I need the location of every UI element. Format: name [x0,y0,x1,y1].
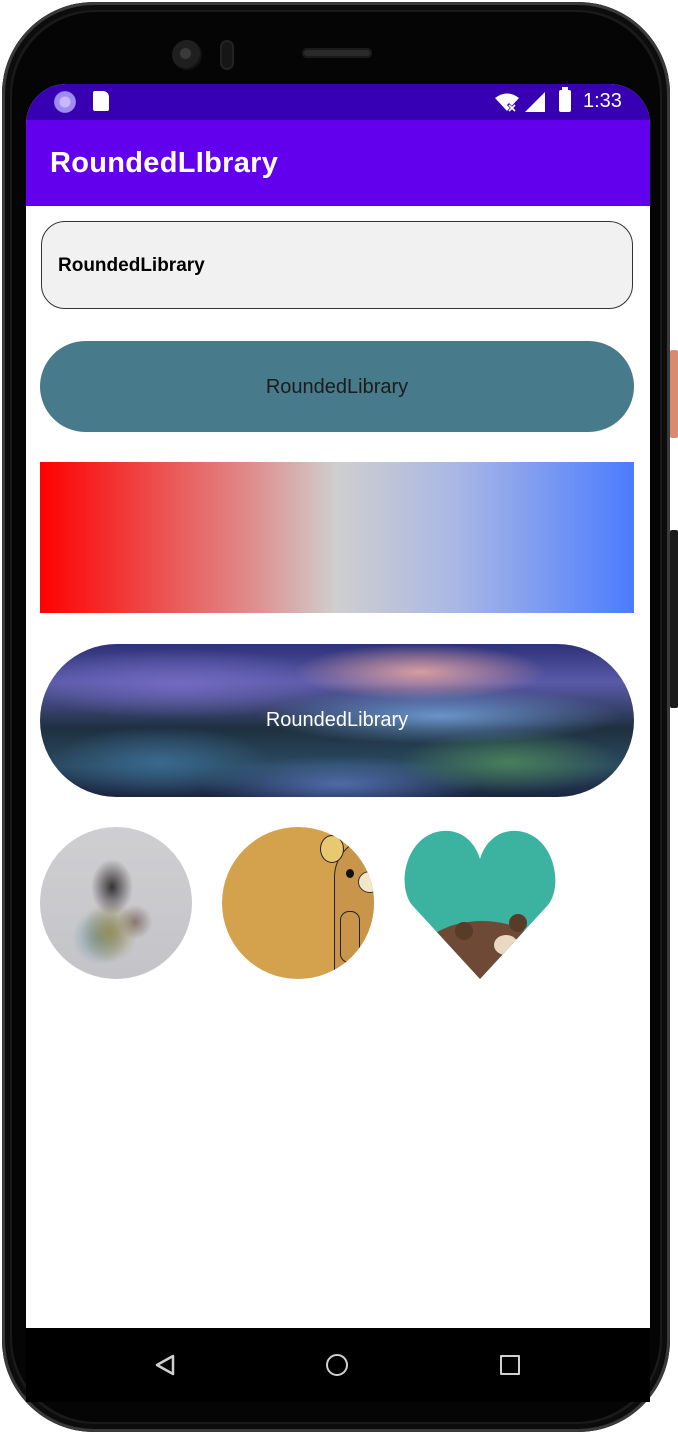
rounded-image-background-button[interactable]: RoundedLibrary [40,644,634,797]
circle-cartoon-bear-image [222,827,374,979]
app-title: RoundedLIbrary [50,147,279,179]
rounded-image-background-button-label: RoundedLibrary [265,709,409,731]
bear-arm [340,911,360,963]
volume-button[interactable] [670,530,678,708]
signal-icon [525,92,545,112]
app-bar: RoundedLIbrary [26,120,650,206]
rounded-outlined-button-label: RoundedLibrary [58,255,205,276]
status-bar: 1:33 [26,84,650,120]
bear-eye [346,869,354,878]
sync-icon [54,91,76,113]
bear-ear [320,835,344,863]
sd-card-icon [93,91,109,111]
navigation-bar [26,1328,650,1402]
wifi-icon [495,93,519,112]
power-button[interactable] [670,350,678,438]
earpiece-speaker [302,48,372,58]
home-icon[interactable] [326,1354,348,1376]
battery-icon [559,87,571,112]
rounded-filled-button[interactable]: RoundedLibrary [40,341,634,432]
recents-icon[interactable] [500,1355,520,1375]
sensor-icon [220,40,234,70]
gradient-view [40,462,634,613]
back-icon[interactable] [154,1354,176,1376]
screen: 1:33 RoundedLIbrary RoundedLibrary Round… [26,84,650,1402]
heart-shape-image [404,830,556,979]
rounded-outlined-button[interactable]: RoundedLibrary [41,221,633,309]
rounded-filled-button-label: RoundedLibrary [265,376,409,398]
status-time: 1:33 [583,90,622,112]
front-camera-icon [172,40,202,70]
main-content: RoundedLibrary RoundedLibrary RoundedLib… [26,206,650,1328]
circle-photo-image [40,827,192,979]
